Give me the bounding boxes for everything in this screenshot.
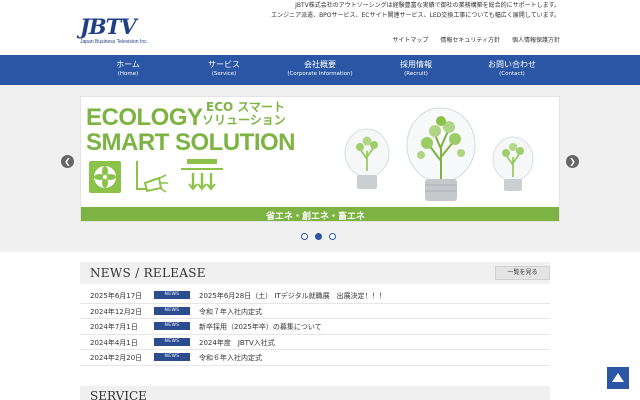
nav-label-jp: 採用情報 [400, 60, 432, 69]
back-to-top-button[interactable] [607, 367, 629, 389]
news-link[interactable]: 令和７年入社内定式 [199, 307, 262, 317]
news-badge: NEWS [154, 306, 190, 315]
news-link[interactable]: 2025年6月28日（土） ITデジタル就職展 出展決定！！！ [199, 291, 386, 301]
nav-item-home[interactable]: ホーム (Home) [80, 55, 176, 85]
nav-label-jp: お問い合わせ [488, 60, 536, 69]
service-title: SERVICE [90, 389, 147, 400]
slider-dots [301, 233, 336, 240]
news-badge: NEWS [154, 291, 190, 299]
news-list: 2025年6月17日 NEWS 2025年6月28日（土） ITデジタル就職展 … [80, 288, 550, 366]
chevron-left-icon: ❮ [64, 157, 71, 166]
nav-item-corporate[interactable]: 会社概要 (Corporate Information) [272, 55, 368, 85]
eco-icons [87, 157, 227, 197]
news-badge: NEWS [154, 353, 190, 361]
slide-jp-title: ECO スマート ソリューション [202, 101, 286, 127]
news-link[interactable]: 2024年度 JBTV入社式 [199, 338, 275, 348]
heater-icon [181, 159, 223, 191]
service-section: SERVICE [80, 386, 550, 400]
logo-subtitle: Japan Business Television Inc. [80, 39, 149, 45]
slider-prev-button[interactable]: ❮ [61, 155, 74, 168]
news-date: 2024年2月20日 [90, 354, 143, 362]
nav-label-jp: ホーム [116, 60, 140, 69]
slider-dot-1[interactable] [301, 233, 308, 240]
nav-item-contact[interactable]: お問い合わせ (Contact) [464, 55, 560, 85]
view-all-news-button[interactable]: 一覧を見る [495, 266, 550, 280]
chevron-right-icon: ❯ [569, 157, 576, 166]
slide-title-line-2: SMART SOLUTION [86, 129, 296, 156]
news-date: 2025年6月17日 [90, 292, 143, 300]
header-tagline: JBTV株式会社のアウトソーシングは経験豊富な実績で御社の業務構築を総合的にサポ… [240, 1, 560, 21]
news-date: 2024年4月1日 [90, 338, 138, 347]
news-link[interactable]: 令和６年入社内定式 [199, 353, 262, 363]
ventilation-fan-icon [89, 161, 121, 193]
privacy-policy-link[interactable]: 個人情報保護方針 [512, 35, 560, 44]
news-title: NEWS / RELEASE [90, 266, 206, 280]
news-row: 2024年2月20日 NEWS 令和６年入社内定式 [80, 350, 550, 366]
security-policy-link[interactable]: 情報セキュリティ方針 [440, 35, 500, 44]
slide-jp-line-2: ソリューション [202, 113, 286, 127]
spotlight-icon [136, 161, 168, 193]
slider-next-button[interactable]: ❯ [566, 155, 579, 168]
nav-item-recruit[interactable]: 採用情報 (Recruit) [368, 55, 464, 85]
nav-label-en: (Recruit) [404, 71, 428, 77]
utility-links: サイトマップ 情報セキュリティ方針 個人情報保護方針 [392, 35, 560, 44]
site-header: JBTV Japan Business Television Inc. JBTV… [0, 0, 640, 55]
hero-slide[interactable]: ECOLOGY SMART SOLUTION ECO スマート ソリューション [80, 96, 560, 222]
tagline-line-2: エンジニア派遣、BPOサービス、ECサイト関連サービス、LED交換工事についても… [271, 12, 560, 19]
slider-dot-2[interactable] [315, 233, 322, 240]
nav-label-en: (Home) [117, 71, 139, 77]
logo-mark: JBTV [80, 14, 137, 39]
nav-label-en: (Service) [211, 71, 237, 77]
news-date: 2024年7月1日 [90, 323, 138, 331]
nav-item-service[interactable]: サービス (Service) [176, 55, 272, 85]
news-badge: NEWS [154, 322, 190, 330]
news-link[interactable]: 新卒採用（2025年卒）の募集について [199, 322, 322, 332]
slider-dot-3[interactable] [329, 233, 336, 240]
logo-text: JBTV [80, 14, 137, 39]
slide-caption: 省エネ・創エネ・畜エネ [266, 212, 366, 222]
news-row: 2025年6月17日 NEWS 2025年6月28日（土） ITデジタル就職展 … [80, 288, 550, 304]
nav-label-jp: サービス [208, 60, 240, 69]
light-bulbs-illustration [344, 107, 534, 201]
tagline-line-1: JBTV株式会社のアウトソーシングは経験豊富な実績で御社の業務構築を総合的にサポ… [295, 2, 560, 9]
news-section: NEWS / RELEASE 一覧を見る 2025年6月17日 NEWS 202… [80, 262, 550, 368]
news-badge: NEWS [154, 337, 190, 346]
sitemap-link[interactable]: サイトマップ [392, 35, 428, 44]
nav-label-en: (Contact) [499, 71, 525, 77]
news-row: 2024年12月2日 NEWS 令和７年入社内定式 [80, 304, 550, 319]
nav-label-jp: 会社概要 [304, 60, 336, 69]
company-logo[interactable]: JBTV Japan Business Television Inc. [80, 14, 160, 46]
arrow-up-icon [612, 373, 624, 382]
news-row: 2024年7月1日 NEWS 新卒採用（2025年卒）の募集について [80, 319, 550, 335]
nav-label-en: (Corporate Information) [287, 71, 353, 77]
news-row: 2024年4月1日 NEWS 2024年度 JBTV入社式 [80, 335, 550, 350]
slide-caption-strip: 省エネ・創エネ・畜エネ [81, 207, 559, 222]
global-nav: ホーム (Home) サービス (Service) 会社概要 (Corporat… [0, 55, 640, 85]
news-date: 2024年12月2日 [90, 307, 143, 316]
news-header: NEWS / RELEASE 一覧を見る [80, 262, 550, 284]
